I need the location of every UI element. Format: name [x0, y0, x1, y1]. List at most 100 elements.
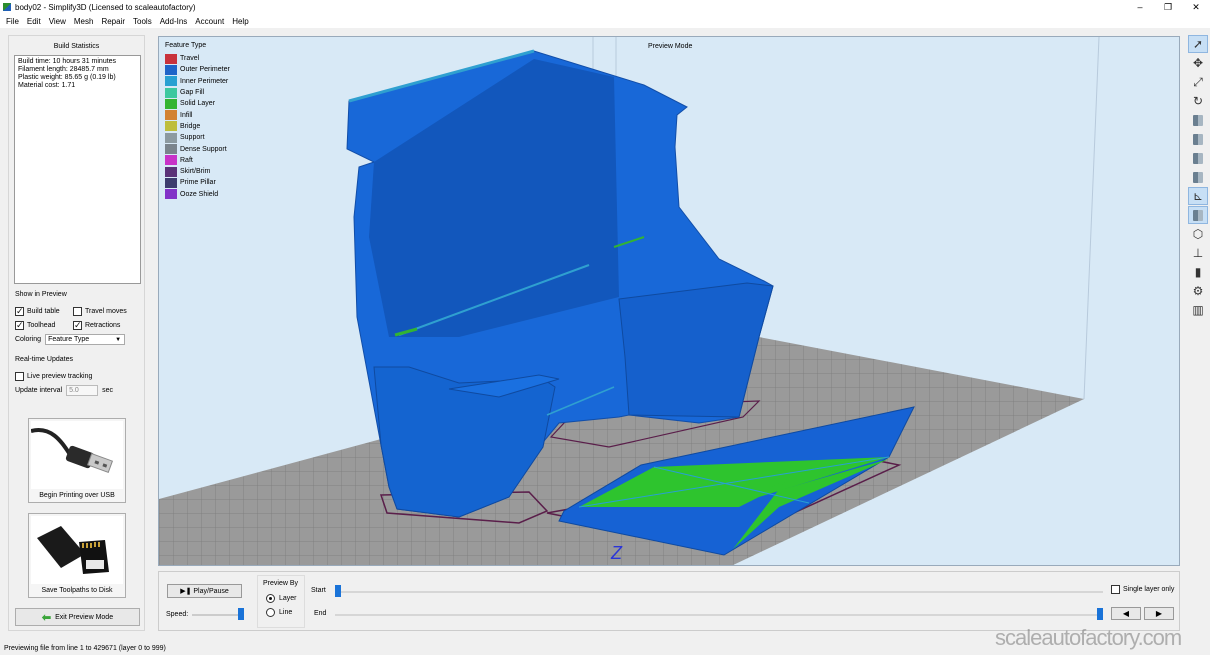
legend-swatch — [165, 144, 177, 155]
bed-icon[interactable]: ▥ — [1188, 301, 1208, 319]
menu-account[interactable]: Account — [195, 17, 224, 26]
single-layer-label: Single layer only — [1123, 586, 1175, 593]
toolhead-check-icon[interactable] — [15, 320, 24, 331]
cube-icon — [1193, 133, 1203, 145]
start-label: Start — [311, 587, 326, 594]
feature-type-legend: Feature Type Travel Outer Perimeter Inner … — [165, 42, 230, 200]
axes-icon[interactable]: ⊾ — [1188, 187, 1208, 205]
legend-label: Prime Pillar — [180, 179, 216, 187]
legend-label: Ooze Shield — [180, 190, 219, 198]
legend-title: Feature Type — [165, 42, 207, 49]
layer-radio-icon[interactable] — [266, 593, 275, 603]
legend-swatch — [165, 76, 177, 87]
line-radio-icon[interactable] — [266, 607, 275, 617]
stat-filament-length: Filament length: 28485.7 mm — [18, 66, 109, 73]
travel-moves-check-icon[interactable] — [73, 306, 82, 316]
save-toolpaths-button[interactable]: Save Toolpaths to Disk — [28, 513, 126, 598]
scale-icon[interactable]: ⤢ — [1188, 73, 1208, 91]
speed-slider-track[interactable] — [192, 614, 244, 616]
start-slider-handle[interactable] — [335, 585, 341, 597]
cross-section-icon[interactable]: ▮ — [1188, 263, 1208, 281]
select-icon[interactable]: ➚ — [1188, 35, 1208, 53]
menu-help[interactable]: Help — [232, 17, 248, 26]
legend-item: Prime Pillar — [165, 177, 230, 188]
play-pause-button[interactable]: ▶❚ Play/Pause — [167, 584, 242, 598]
legend-swatch — [165, 87, 177, 98]
legend-swatch — [165, 98, 177, 109]
legend-swatch — [165, 189, 177, 200]
legend-label: Inner Perimeter — [180, 77, 229, 85]
solid-view-icon[interactable] — [1188, 206, 1208, 224]
end-slider-handle[interactable] — [1097, 608, 1103, 620]
settings-icon[interactable]: ⚙ — [1188, 282, 1208, 300]
menu-view[interactable]: View — [49, 17, 66, 26]
preview-by-layer-radio[interactable]: Layer — [258, 591, 304, 605]
legend-swatch — [165, 132, 177, 143]
next-layer-button[interactable]: ▶ — [1144, 607, 1174, 620]
menu-addins[interactable]: Add-Ins — [160, 17, 188, 26]
rotate-icon[interactable]: ↻ — [1188, 92, 1208, 110]
start-slider-track[interactable] — [335, 591, 1103, 593]
single-layer-check-icon[interactable] — [1111, 585, 1120, 594]
move-icon[interactable]: ✥ — [1188, 54, 1208, 72]
menu-file[interactable]: File — [6, 17, 19, 26]
build-statistics-box[interactable]: Build time: 10 hours 31 minutes Filament… — [14, 55, 141, 284]
legend-label: Bridge — [180, 122, 201, 130]
scene-canvas[interactable]: Z — [159, 37, 1180, 566]
close-button[interactable]: ✕ — [1182, 0, 1210, 14]
preview-by-line-radio[interactable]: Line — [258, 605, 304, 619]
restore-button[interactable]: ❐ — [1154, 0, 1182, 14]
menu-mesh[interactable]: Mesh — [74, 17, 94, 26]
stat-material-cost: Material cost: 1.71 — [18, 82, 76, 89]
legend-label: Gap Fill — [180, 89, 205, 97]
layer-radio-label: Layer — [279, 594, 297, 602]
preview-viewport[interactable]: Z Feature Type Travel Outer Perimeter Inne… — [158, 36, 1180, 566]
sd-card-image — [31, 516, 123, 584]
retractions-check-icon[interactable] — [73, 320, 82, 331]
view-front-icon[interactable] — [1188, 130, 1208, 148]
menu-repair[interactable]: Repair — [101, 17, 125, 26]
coloring-value: Feature Type — [48, 336, 90, 343]
end-slider-track[interactable] — [335, 614, 1103, 616]
live-tracking-checkbox[interactable]: Live preview tracking — [15, 369, 141, 383]
z-axis-label: Z — [610, 543, 623, 563]
view-side-icon[interactable] — [1188, 168, 1208, 186]
update-interval-spinner[interactable]: 5.0 — [66, 385, 99, 396]
travel-moves-checkbox[interactable]: Travel moves — [73, 304, 131, 318]
coloring-select[interactable]: Feature Type ▼ — [45, 334, 126, 345]
build-table-check-icon[interactable] — [15, 306, 24, 317]
begin-printing-usb-button[interactable]: Begin Printing over USB — [28, 418, 126, 503]
toolhead-checkbox[interactable]: Toolhead — [15, 318, 73, 332]
update-interval-label: Update interval — [15, 387, 63, 394]
retractions-checkbox[interactable]: Retractions — [73, 318, 131, 332]
legend-label: Travel — [180, 55, 200, 63]
window-title: body02 - Simplify3D (Licensed to scaleau… — [15, 2, 196, 12]
speed-slider-handle[interactable] — [238, 608, 244, 620]
minimize-button[interactable]: – — [1126, 0, 1154, 14]
legend-swatch — [165, 64, 177, 75]
build-table-checkbox[interactable]: Build table — [15, 304, 73, 318]
menu-edit[interactable]: Edit — [27, 17, 41, 26]
left-panel: Build Statistics Build time: 10 hours 31… — [8, 35, 145, 631]
build-volume-icon[interactable]: ⊥ — [1188, 244, 1208, 262]
exit-preview-button[interactable]: ⬅ Exit Preview Mode — [15, 608, 140, 626]
single-layer-checkbox[interactable]: Single layer only — [1111, 585, 1174, 594]
title-bar: body02 - Simplify3D (Licensed to scaleau… — [0, 0, 1210, 14]
cube-icon — [1193, 209, 1203, 221]
show-in-preview-group: Show in Preview Build table Travel moves… — [15, 291, 141, 354]
legend-item: Solid Layer — [165, 98, 230, 109]
live-tracking-check-icon[interactable] — [15, 371, 24, 381]
view-top-icon[interactable] — [1188, 149, 1208, 167]
view-default-icon[interactable] — [1188, 111, 1208, 129]
cube-icon — [1193, 152, 1203, 164]
line-radio-label: Line — [279, 608, 293, 616]
stat-plastic-weight: Plastic weight: 85.65 g (0.19 lb) — [18, 74, 116, 81]
menu-tools[interactable]: Tools — [133, 17, 152, 26]
coloring-label: Coloring — [15, 336, 42, 343]
app-icon — [3, 3, 11, 11]
wireframe-icon[interactable]: ⬡ — [1188, 225, 1208, 243]
travel-moves-label: Travel moves — [85, 307, 127, 315]
prev-layer-button[interactable]: ◀ — [1111, 607, 1141, 620]
back-arrow-icon: ⬅ — [41, 611, 52, 624]
legend-label: Infill — [180, 111, 193, 119]
